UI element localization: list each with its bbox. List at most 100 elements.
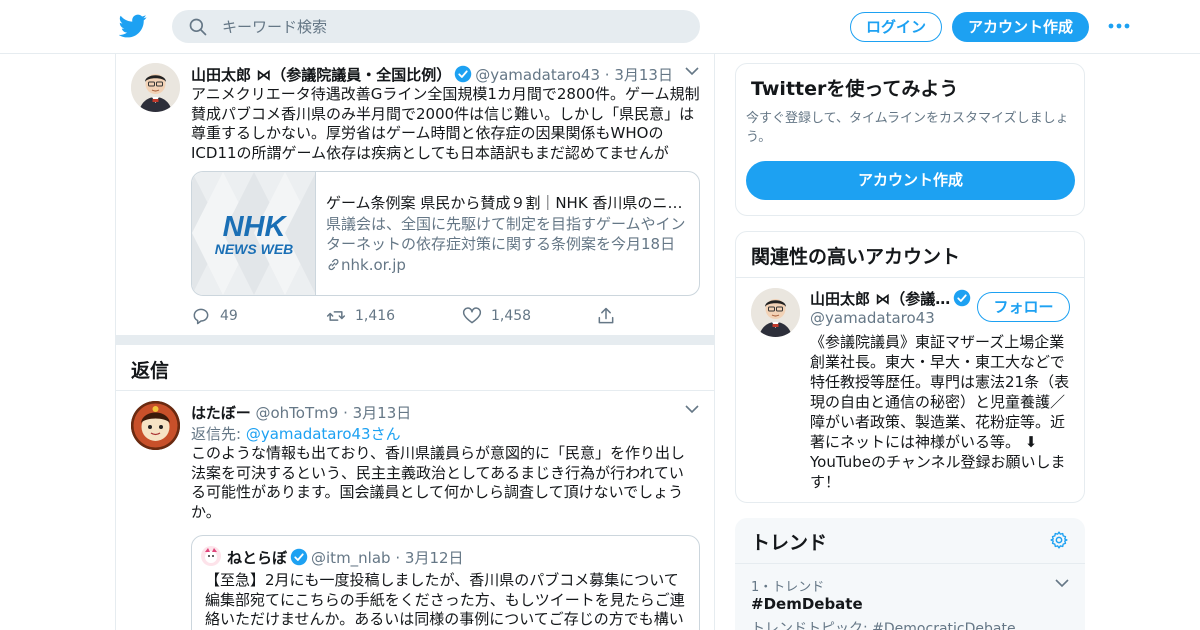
more-dots-icon[interactable] <box>1107 18 1131 34</box>
search-bar[interactable] <box>172 10 700 43</box>
related-account-name[interactable]: 山田太郎 ⋈（参議… <box>810 290 950 308</box>
verified-badge-icon <box>454 65 472 83</box>
chevron-down-icon[interactable] <box>685 404 699 414</box>
section-separator <box>116 335 714 345</box>
retweet-count: 1,416 <box>355 308 396 324</box>
verified-badge-icon <box>953 289 971 307</box>
reply-to-suffix: さん <box>370 425 401 443</box>
author-handle[interactable]: @yamadataro43 <box>475 66 600 84</box>
reply-icon[interactable] <box>191 306 211 326</box>
tweet-text-line: ICD11の所謂ゲーム依存は疾病としても日本語訳もまだ認めてませんが <box>191 143 669 162</box>
replies-header: 返信 <box>116 345 714 391</box>
bio-line: 障がい者政策、製造業、花粉症等。近 <box>810 413 1066 431</box>
sidebar-signup-button[interactable]: アカウント作成 <box>746 161 1075 200</box>
signup-subtitle-line: う。 <box>746 130 772 145</box>
related-account-portrait <box>751 288 800 337</box>
reply-to-handle-link[interactable]: @yamadataro43 <box>246 425 371 443</box>
retweet-icon[interactable] <box>326 306 346 326</box>
chevron-down-icon[interactable] <box>685 66 699 76</box>
related-accounts-box: 関連性の高いアカウント 山田太郎 ⋈（参議… @yamadataro43 フォロ… <box>735 231 1085 503</box>
bio-line: 創業社長。東大・早大・東工大などで <box>810 353 1065 371</box>
quote-text-line: 絡いただけませんか。あるいは同様の事例についてご存じの方でも構い <box>205 610 684 628</box>
quote-header: ねとらぼ @itm_nlab · 3月12日 <box>227 547 464 568</box>
tweet-header: 山田太郎 ⋈（参議院議員・全国比例） @yamadataro43 · 3月13日 <box>191 64 673 85</box>
avatar[interactable] <box>131 63 180 112</box>
follow-button[interactable]: フォロー <box>977 292 1070 322</box>
verified-badge-icon <box>290 548 308 566</box>
reply-header: はたぼー @ohToTm9 · 3月13日 <box>191 402 411 423</box>
divider <box>736 277 1084 278</box>
quote-text-line: 【至急】2月にも一度投稿しましたが、香川県のパブコメ募集について <box>205 571 679 589</box>
share-icon[interactable] <box>596 306 616 326</box>
related-account-handle-row: @yamadataro43 <box>810 309 935 327</box>
card-title: ゲーム条例案 県民から賛成９割｜NHK 香川県のニュース <box>326 194 686 212</box>
reply-author-avatar-art <box>131 401 180 450</box>
separator-dot: · <box>343 404 348 422</box>
reply-action[interactable]: 49 <box>191 306 251 326</box>
like-action[interactable]: 1,458 <box>462 306 542 326</box>
replies-title: 返信 <box>131 360 170 382</box>
logo-nhk-text: NHK <box>223 211 288 243</box>
reply-count: 49 <box>220 308 238 324</box>
tweet-text: アニメクリエータ待遇改善Gライン全国規模1カ月間で2800件。ゲーム規制 賛成パ… <box>191 85 701 163</box>
quote-date[interactable]: 3月12日 <box>405 549 464 567</box>
bio-line: す！ <box>810 473 841 491</box>
bio-line: 特任教授等歴任。専門は憲法21条（表 <box>810 373 1070 391</box>
top-navigation-bar: ログイン アカウント作成 <box>0 0 1200 54</box>
chevron-down-icon[interactable] <box>1055 578 1069 588</box>
reply-author-handle[interactable]: @ohToTm9 <box>255 404 338 422</box>
bio-line: YouTubeのチャンネル登録お願いしま <box>810 453 1066 471</box>
reply-date[interactable]: 3月13日 <box>353 404 412 422</box>
link-icon <box>328 258 339 271</box>
author-portrait <box>131 63 180 112</box>
reply-text-line: る可能性があります。国会議員として何かしら調査して頂けないでしょう <box>191 483 684 501</box>
signup-button[interactable]: アカウント作成 <box>952 12 1089 42</box>
gear-icon[interactable] <box>1049 530 1069 550</box>
quote-avatar[interactable] <box>201 546 221 566</box>
link-card[interactable]: NHK NEWS WEB ゲーム条例案 県民から賛成９割｜NHK 香川県のニュー… <box>191 171 700 296</box>
reply-to-prefix: 返信先: <box>191 425 246 443</box>
bio-line: 現の自由と通信の秘密）と児童養護／ <box>810 393 1066 411</box>
trends-title: トレンド <box>751 532 828 554</box>
reply-text-line: このような情報も出ており、香川県議員らが意図的に「民意」を作り出し <box>191 444 685 462</box>
reply-to-line: 返信先: @yamadataro43さん <box>191 423 401 444</box>
quote-author-handle[interactable]: @itm_nlab <box>311 549 391 567</box>
main-tweet[interactable]: 山田太郎 ⋈（参議院議員・全国比例） @yamadataro43 · 3月13日 … <box>116 54 714 335</box>
trend-topic-prefix: トレンドトピック: <box>751 621 873 630</box>
avatar[interactable] <box>131 401 180 450</box>
tweet-text-line: 賛成パブコメ香川県のみ半月間で2000件は信じ難い。しかし「県民意」は <box>191 104 695 123</box>
nhk-news-web-logo: NHK NEWS WEB <box>192 172 315 295</box>
card-thumbnail: NHK NEWS WEB <box>192 172 316 295</box>
card-domain: nhk.or.jp <box>326 256 406 274</box>
quote-author-name[interactable]: ねとらぼ <box>227 549 287 567</box>
like-icon[interactable] <box>462 306 482 326</box>
reply-text-line: か。 <box>191 502 221 521</box>
related-account-handle[interactable]: @yamadataro43 <box>810 309 935 327</box>
trend-topic-link[interactable]: #DemocraticDebate <box>872 621 1015 630</box>
avatar[interactable] <box>751 288 800 337</box>
divider <box>735 563 1085 564</box>
retweet-action[interactable]: 1,416 <box>326 306 406 326</box>
search-input[interactable] <box>222 15 682 38</box>
share-action[interactable] <box>596 306 620 326</box>
card-description: 県議会は、全国に先駆けて制定を目指すゲームやインターネットの依存症対策に関する条… <box>326 215 686 253</box>
login-button[interactable]: ログイン <box>850 12 942 42</box>
reply-text: このような情報も出ており、香川県議員らが意図的に「民意」を作り出し 法案を可決す… <box>191 444 701 522</box>
twitter-bird-icon[interactable] <box>119 12 147 40</box>
author-name[interactable]: 山田太郎 ⋈（参議院議員・全国比例） <box>191 66 451 84</box>
related-box-title: 関連性の高いアカウント <box>751 246 961 268</box>
trend-meta: 1・トレンド <box>751 580 825 595</box>
related-account-bio: 《参議院議員》東証マザーズ上場企業 創業社長。東大・早大・東工大などで 特任教授… <box>810 332 1072 492</box>
card-domain-text: nhk.or.jp <box>341 256 406 274</box>
signup-subtitle-line: 今すぐ登録して、タイムラインをカスタマイズしましょ <box>746 111 1069 126</box>
signup-prompt-box: Twitterを使ってみよう 今すぐ登録して、タイムラインをカスタマイズしましょ… <box>735 63 1085 216</box>
quoted-tweet[interactable]: ねとらぼ @itm_nlab · 3月12日 【至急】2月にも一度投稿しましたが、… <box>191 535 700 630</box>
related-account-name-row: 山田太郎 ⋈（参議… <box>810 288 974 309</box>
bio-line: 著にネットには神様がいる等。 ⬇ <box>810 433 1038 451</box>
reply-text-line: 法案を可決するという、民主主義政治としてあるまじき行為が行われてい <box>191 463 684 482</box>
separator-dot: · <box>395 549 401 567</box>
reply-author-name[interactable]: はたぼー <box>191 404 251 422</box>
signup-box-title: Twitterを使ってみよう <box>751 78 959 100</box>
trend-name[interactable]: #DemDebate <box>751 595 863 613</box>
tweet-date[interactable]: 3月13日 <box>614 66 673 84</box>
